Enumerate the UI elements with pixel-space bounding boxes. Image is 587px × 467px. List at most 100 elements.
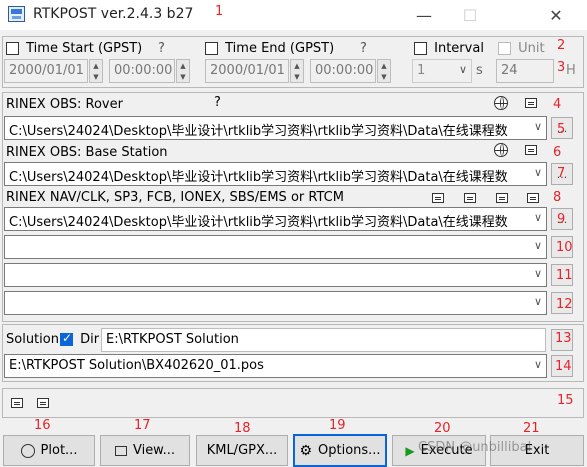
unit-label: Unit <box>518 41 545 56</box>
options-button-label: Options... <box>318 443 381 458</box>
chevron-down-icon: ∨ <box>533 267 542 280</box>
kml-gpx-button[interactable]: KML/GPX... <box>196 435 288 466</box>
view-trace-icon[interactable] <box>37 398 49 408</box>
interval-checkbox[interactable] <box>414 42 427 55</box>
time-start-date-spinner[interactable]: ▲ ▼ <box>89 59 103 83</box>
time-start-help[interactable]: ? <box>158 41 165 56</box>
nav-view-file-icon-2[interactable] <box>464 193 476 203</box>
dir-label: Dir <box>80 332 100 347</box>
unit-input[interactable]: 24 <box>496 59 554 83</box>
time-end-date-spinner[interactable]: ▲ ▼ <box>290 59 304 83</box>
time-end-label: Time End (GPST) <box>225 41 335 56</box>
marker-19: 19 <box>329 418 346 433</box>
interval-value: 1 <box>417 63 426 78</box>
view-file-icon <box>114 445 127 456</box>
app-icon <box>8 6 25 22</box>
window-title: RTKPOST ver.2.4.3 b27 <box>33 6 194 22</box>
time-end-time[interactable]: 00:00:00 <box>310 59 376 83</box>
marker-9: 9 <box>557 212 566 227</box>
rover-help[interactable]: ? <box>214 95 221 110</box>
options-button[interactable]: ⚙ Options... <box>293 434 387 467</box>
interval-unit: s <box>476 63 483 78</box>
time-start-date[interactable]: 2000/01/01 <box>4 59 88 83</box>
nav-file-select[interactable]: C:\Users\24024\Desktop\毕业设计\rtklib学习资料\r… <box>4 207 547 231</box>
rover-label: RINEX OBS: Rover <box>6 97 123 112</box>
close-button[interactable]: ✕ <box>533 0 579 30</box>
marker-5: 5 <box>557 122 566 137</box>
plot-button[interactable]: Plot... <box>3 435 95 466</box>
interval-label: Interval <box>434 41 484 56</box>
kml-gpx-button-label: KML/GPX... <box>206 443 278 458</box>
time-start-time[interactable]: 00:00:00 <box>109 59 175 83</box>
rover-map-globe-icon[interactable] <box>494 96 508 110</box>
time-start-label: Time Start (GPST) <box>26 41 143 56</box>
nav-view-file-icon-4[interactable] <box>527 193 539 203</box>
marker-16: 16 <box>34 418 51 433</box>
plot-globe-icon <box>20 443 35 458</box>
marker-2: 2 <box>557 38 566 53</box>
marker-11: 11 <box>556 268 573 283</box>
chevron-down-icon: ∨ <box>533 120 542 133</box>
view-stdout-icon[interactable] <box>11 398 23 408</box>
marker-6: 6 <box>553 145 562 160</box>
solution-label: Solution <box>6 332 59 347</box>
gear-icon: ⚙ <box>299 442 312 459</box>
base-map-globe-icon[interactable] <box>494 143 508 157</box>
extra-file-select-3[interactable]: ∨ <box>4 291 547 315</box>
chevron-down-icon: ∨ <box>533 166 542 179</box>
solution-dir-input[interactable]: E:\RTKPOST Solution <box>101 328 546 352</box>
view-button-label: View... <box>132 443 176 458</box>
chevron-down-icon: ∨ <box>533 211 542 224</box>
marker-20: 20 <box>434 421 451 436</box>
plot-button-label: Plot... <box>40 443 78 458</box>
extra-file-select-2[interactable]: ∨ <box>4 263 547 287</box>
base-file-select[interactable]: C:\Users\24024\Desktop\毕业设计\rtklib学习资料\r… <box>4 162 547 186</box>
chevron-down-icon: ∨ <box>533 295 542 308</box>
view-button[interactable]: View... <box>100 435 190 466</box>
rover-file-select[interactable]: C:\Users\24024\Desktop\毕业设计\rtklib学习资料\r… <box>4 116 547 140</box>
base-file-path: C:\Users\24024\Desktop\毕业设计\rtklib学习资料\r… <box>9 170 508 185</box>
rover-view-file-icon[interactable] <box>525 98 537 108</box>
marker-4: 4 <box>553 97 562 112</box>
solution-file-path: E:\RTKPOST Solution\BX402620_01.pos <box>9 358 264 373</box>
marker-12: 12 <box>556 297 573 312</box>
marker-7: 7 <box>557 166 566 181</box>
status-panel <box>2 388 584 418</box>
unit-suffix: H <box>566 63 576 78</box>
dir-checkbox[interactable] <box>60 331 73 346</box>
marker-17: 17 <box>134 418 151 433</box>
time-end-checkbox[interactable] <box>205 42 218 55</box>
title-bar: RTKPOST ver.2.4.3 b27 1 — ☐ ✕ <box>0 0 587 30</box>
chevron-down-icon: ∨ <box>458 63 467 76</box>
interval-select[interactable]: 1 ∨ <box>412 59 472 83</box>
solution-file-select[interactable]: E:\RTKPOST Solution\BX402620_01.pos ∨ <box>4 354 547 378</box>
time-start-checkbox[interactable] <box>6 42 19 55</box>
marker-8: 8 <box>553 190 562 205</box>
base-view-file-icon[interactable] <box>525 145 537 155</box>
marker-3: 3 <box>557 60 566 75</box>
marker-10: 10 <box>556 240 573 255</box>
time-start-row: Time Start (GPST) <box>6 41 142 56</box>
nav-file-path: C:\Users\24024\Desktop\毕业设计\rtklib学习资料\r… <box>9 215 508 230</box>
nav-view-file-icon-1[interactable] <box>432 193 444 203</box>
play-icon: ▶ <box>405 443 415 458</box>
time-end-time-spinner[interactable]: ▲ ▼ <box>377 59 391 83</box>
chevron-down-icon: ∨ <box>533 239 542 252</box>
extra-file-select-1[interactable]: ∨ <box>4 235 547 259</box>
time-end-date[interactable]: 2000/01/01 <box>205 59 289 83</box>
marker-18: 18 <box>234 421 251 436</box>
csdn-watermark: CSDN @unbillibal <box>418 440 532 455</box>
marker-14: 14 <box>555 359 572 374</box>
interval-row: Interval <box>414 41 484 56</box>
time-start-time-spinner[interactable]: ▲ ▼ <box>176 59 190 83</box>
marker-1: 1 <box>215 4 224 19</box>
maximize-button[interactable]: ☐ <box>447 0 493 30</box>
marker-13: 13 <box>555 331 572 346</box>
unit-checkbox[interactable] <box>498 42 511 55</box>
marker-15: 15 <box>557 393 574 408</box>
nav-view-file-icon-3[interactable] <box>496 193 508 203</box>
unit-row: Unit <box>498 41 545 56</box>
base-label: RINEX OBS: Base Station <box>6 145 168 160</box>
minimize-button[interactable]: — <box>401 0 447 30</box>
time-end-help[interactable]: ? <box>360 41 367 56</box>
